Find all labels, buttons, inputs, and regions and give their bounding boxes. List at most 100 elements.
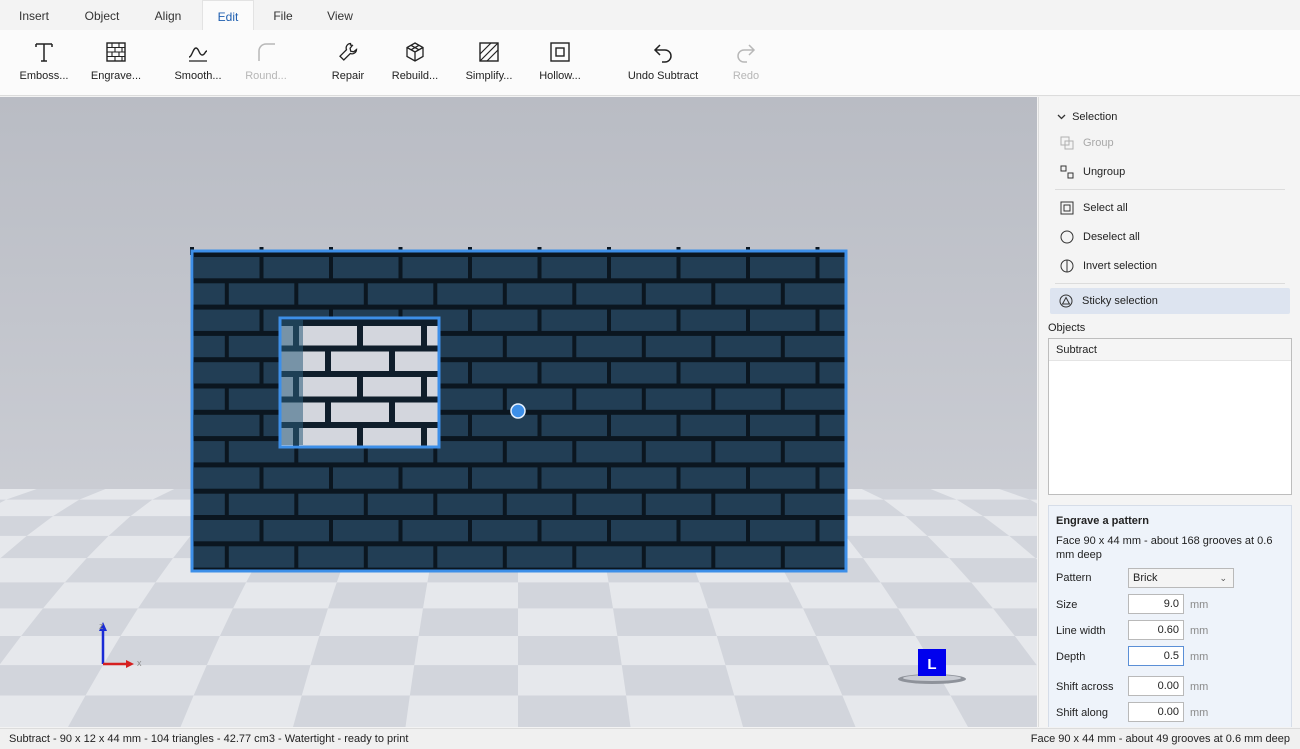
wall-brick [541, 257, 607, 279]
wall-brick [784, 546, 846, 568]
wall-brick [263, 467, 329, 489]
wall-brick [472, 362, 538, 384]
invert-selection-button[interactable]: Invert selection [1051, 253, 1291, 279]
floor-tile [103, 636, 220, 666]
deselect-all-label: Deselect all [1083, 231, 1140, 243]
wall-brick [750, 362, 816, 384]
depth-input[interactable]: 0.5 [1128, 646, 1184, 666]
floor-tile [518, 582, 613, 609]
wall-brick [784, 441, 846, 463]
list-item[interactable]: Subtract [1049, 339, 1291, 361]
window-brick [331, 402, 389, 422]
window-brick [299, 377, 357, 397]
floor-tile [418, 608, 518, 637]
wall-brick [194, 257, 260, 279]
ungroup-label: Ungroup [1083, 166, 1126, 178]
wall-brick [611, 309, 677, 331]
wall-brick [750, 520, 816, 542]
wall-brick [506, 546, 573, 568]
tab-edit[interactable]: Edit [202, 0, 254, 30]
wall-brick [298, 283, 364, 305]
floor-tile [409, 665, 518, 696]
select-all-icon [1060, 201, 1074, 215]
wall-brick [715, 388, 781, 410]
tab-insert[interactable]: Insert [4, 0, 64, 30]
wall-brick [715, 335, 781, 358]
shift-across-input[interactable]: 0.00 [1128, 676, 1184, 696]
wall-brick [750, 414, 816, 437]
engrave-title: Engrave a pattern [1056, 515, 1149, 527]
deselect-all-button[interactable]: Deselect all [1051, 224, 1291, 250]
wall-brick [333, 467, 399, 489]
wall-brick [472, 414, 538, 437]
tab-object[interactable]: Object [70, 0, 134, 30]
face-status-text: Face 90 x 44 mm - about 49 grooves at 0.… [1030, 733, 1290, 745]
redo-button[interactable]: Redo [716, 40, 776, 90]
wrench-icon [339, 42, 358, 61]
engrave-pattern-panel: Engrave a pattern Face 90 x 44 mm - abou… [1048, 505, 1292, 727]
redo-label: Redo [732, 70, 760, 82]
wall-brick [367, 283, 434, 305]
ungroup-button[interactable]: Ungroup [1051, 159, 1291, 185]
tab-file[interactable]: File [258, 0, 308, 30]
emboss-button[interactable]: Emboss... [14, 40, 74, 90]
wall-brick [228, 493, 295, 515]
wall-brick [715, 546, 781, 568]
objects-list[interactable]: Subtract [1048, 338, 1292, 495]
wall-brick [228, 283, 295, 305]
wall-brick [472, 257, 538, 279]
shift-along-input[interactable]: 0.00 [1128, 702, 1184, 722]
wall-brick [645, 546, 712, 568]
group-button[interactable]: Group [1051, 130, 1291, 156]
depth-label: Depth [1056, 651, 1086, 663]
line-width-unit: mm [1190, 625, 1209, 637]
ungroup-icon [1060, 165, 1074, 179]
wall-brick [194, 414, 260, 437]
tab-view[interactable]: View [314, 0, 366, 30]
scene-canvas: z x L [0, 97, 1037, 727]
wall-brick [576, 546, 642, 568]
wall-brick [715, 493, 781, 515]
wall-brick [194, 467, 260, 489]
simplify-button[interactable]: Simplify... [458, 40, 520, 90]
wall-brick [576, 283, 642, 305]
wall-brick [263, 257, 329, 279]
invert-icon [1060, 259, 1074, 273]
selection-section-header[interactable]: Selection [1057, 111, 1117, 123]
wall-brick [576, 441, 642, 463]
wall-brick [645, 283, 712, 305]
select-all-button[interactable]: Select all [1051, 195, 1291, 221]
size-input[interactable]: 9.0 [1128, 594, 1184, 614]
sticky-selection-toggle[interactable]: Sticky selection [1050, 288, 1290, 314]
repair-button[interactable]: Repair [318, 40, 378, 90]
wall-brick [402, 520, 468, 542]
shift-along-label: Shift along [1056, 707, 1108, 719]
hollow-button[interactable]: Hollow... [530, 40, 590, 90]
wall-brick [784, 493, 846, 515]
shift-across-unit: mm [1190, 681, 1209, 693]
3d-viewport[interactable]: z x L [0, 97, 1037, 727]
smooth-button[interactable]: Smooth... [168, 40, 228, 90]
simplify-label: Simplify... [465, 70, 513, 82]
text-emboss-icon [35, 43, 53, 62]
wall-brick [541, 362, 607, 384]
wall-brick [437, 493, 503, 515]
wall-brick [437, 388, 503, 410]
gizmo-center-handle[interactable] [510, 403, 526, 419]
round-button[interactable]: Round... [236, 40, 296, 90]
wall-brick [437, 283, 503, 305]
wall-brick [506, 335, 573, 358]
z-axis-label: z [99, 621, 104, 631]
pattern-select[interactable]: Brick ⌄ [1128, 568, 1234, 588]
wall-brick [472, 520, 538, 542]
wall-brick [715, 441, 781, 463]
engrave-button[interactable]: Engrave... [86, 40, 146, 90]
wall-brick [576, 388, 642, 410]
tab-align[interactable]: Align [138, 0, 198, 30]
rebuild-button[interactable]: Rebuild... [384, 40, 446, 90]
wall-brick [541, 414, 607, 437]
line-width-input[interactable]: 0.60 [1128, 620, 1184, 640]
undo-button[interactable]: Undo Subtract [626, 40, 700, 90]
floor-tile [0, 665, 103, 696]
wall-brick [506, 441, 573, 463]
